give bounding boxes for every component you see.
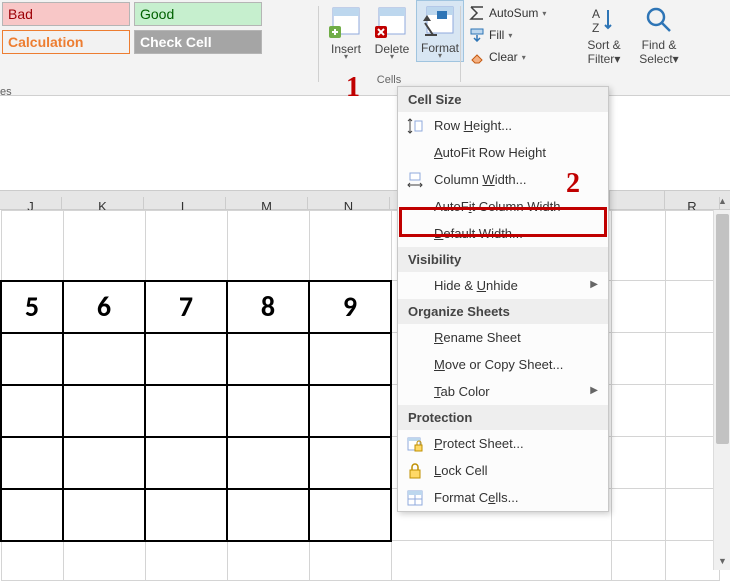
scroll-up-arrow-icon[interactable]: ▲: [714, 193, 730, 210]
format-dropdown-menu: Cell Size Row Height... AutoFit Row Heig…: [397, 86, 609, 512]
sigma-icon: [469, 6, 485, 20]
insert-button[interactable]: Insert ▾: [324, 2, 368, 60]
menu-header-cell-size: Cell Size: [398, 87, 608, 112]
find-select-button[interactable]: Find & Select▾: [635, 4, 683, 66]
menu-header-organize-sheets: Organize Sheets: [398, 299, 608, 324]
cell-l[interactable]: 7: [145, 281, 227, 333]
clear-label: Clear: [489, 50, 518, 64]
menu-item-format-cells[interactable]: Format Cells...: [398, 484, 608, 511]
chevron-down-icon: ▾: [542, 9, 546, 18]
cell-k[interactable]: 6: [63, 281, 145, 333]
cell-j[interactable]: 5: [1, 281, 63, 333]
cell-m[interactable]: 8: [227, 281, 309, 333]
cells-group: Insert ▾ Delete ▾ Format ▾ Cells: [324, 0, 454, 86]
submenu-arrow-icon: ▶: [590, 385, 598, 396]
menu-header-visibility: Visibility: [398, 247, 608, 272]
sort-filter-button[interactable]: AZ Sort & Filter▾: [580, 4, 628, 66]
ribbon: Bad Good Calculation Check Cell es Inser…: [0, 0, 730, 96]
svg-text:A: A: [592, 7, 600, 21]
chevron-down-icon: ▾: [673, 52, 679, 66]
find-select-label-1: Find &: [642, 38, 677, 52]
delete-cells-icon: [373, 2, 411, 40]
format-button[interactable]: Format ▾: [416, 0, 464, 62]
menu-item-lock-cell[interactable]: Lock Cell: [398, 457, 608, 484]
menu-item-move-copy-sheet[interactable]: Move or Copy Sheet...: [398, 351, 608, 378]
lock-icon: [406, 462, 424, 480]
style-good[interactable]: Good: [134, 2, 262, 26]
fill-down-icon: [469, 28, 485, 42]
editing-group: AutoSum▾ Fill▾ Clear▾ AZ Sort & Filter▾ …: [465, 2, 725, 88]
menu-item-autofit-column-width[interactable]: AutoFit Column Width: [398, 193, 608, 220]
chevron-down-icon: ▾: [522, 53, 526, 62]
menu-item-default-width[interactable]: Default Width...: [398, 220, 608, 247]
scrollbar-thumb[interactable]: [716, 214, 729, 444]
row-height-icon: [406, 117, 424, 135]
style-calculation[interactable]: Calculation: [2, 30, 130, 54]
menu-item-hide-unhide[interactable]: Hide & Unhide▶: [398, 272, 608, 299]
delete-button[interactable]: Delete ▾: [370, 2, 414, 60]
format-cells-dialog-icon: [406, 489, 424, 507]
cells-group-label: Cells: [324, 74, 454, 86]
menu-item-column-width[interactable]: Column Width...: [398, 166, 608, 193]
scroll-down-arrow-icon[interactable]: ▼: [714, 553, 730, 570]
chevron-down-icon: ▾: [508, 31, 512, 40]
sort-filter-label-1: Sort &: [587, 38, 620, 52]
style-check-cell[interactable]: Check Cell: [134, 30, 262, 54]
group-label-styles-truncated: es: [0, 86, 12, 98]
menu-item-autofit-row-height[interactable]: AutoFit Row Height: [398, 139, 608, 166]
eraser-icon: [469, 50, 485, 64]
style-bad[interactable]: Bad: [2, 2, 130, 26]
find-select-label-2: Select: [639, 52, 672, 66]
chevron-down-icon: ▾: [614, 52, 620, 66]
autosum-label: AutoSum: [489, 6, 538, 20]
sort-filter-icon: AZ: [588, 4, 620, 36]
fill-label: Fill: [489, 28, 504, 42]
cell-n[interactable]: 9: [309, 281, 391, 333]
menu-item-row-height[interactable]: Row Height...: [398, 112, 608, 139]
svg-text:Z: Z: [592, 21, 599, 35]
col-header-blank[interactable]: [610, 191, 665, 211]
column-width-icon: [406, 171, 424, 189]
protect-sheet-icon: [406, 435, 424, 453]
magnifier-icon: [643, 4, 675, 36]
submenu-arrow-icon: ▶: [590, 279, 598, 290]
column-header-row[interactable]: JKLMNR: [0, 190, 730, 210]
menu-header-protection: Protection: [398, 405, 608, 430]
sort-filter-label-2: Filter: [588, 52, 615, 66]
menu-item-rename-sheet[interactable]: Rename Sheet: [398, 324, 608, 351]
menu-item-tab-color[interactable]: Tab Color▶: [398, 378, 608, 405]
vertical-scrollbar[interactable]: ▲ ▼: [713, 210, 730, 570]
format-cells-icon: [421, 1, 459, 39]
insert-cells-icon: [327, 2, 365, 40]
menu-item-protect-sheet[interactable]: Protect Sheet...: [398, 430, 608, 457]
cell-styles-gallery[interactable]: Bad Good Calculation Check Cell: [2, 2, 263, 68]
